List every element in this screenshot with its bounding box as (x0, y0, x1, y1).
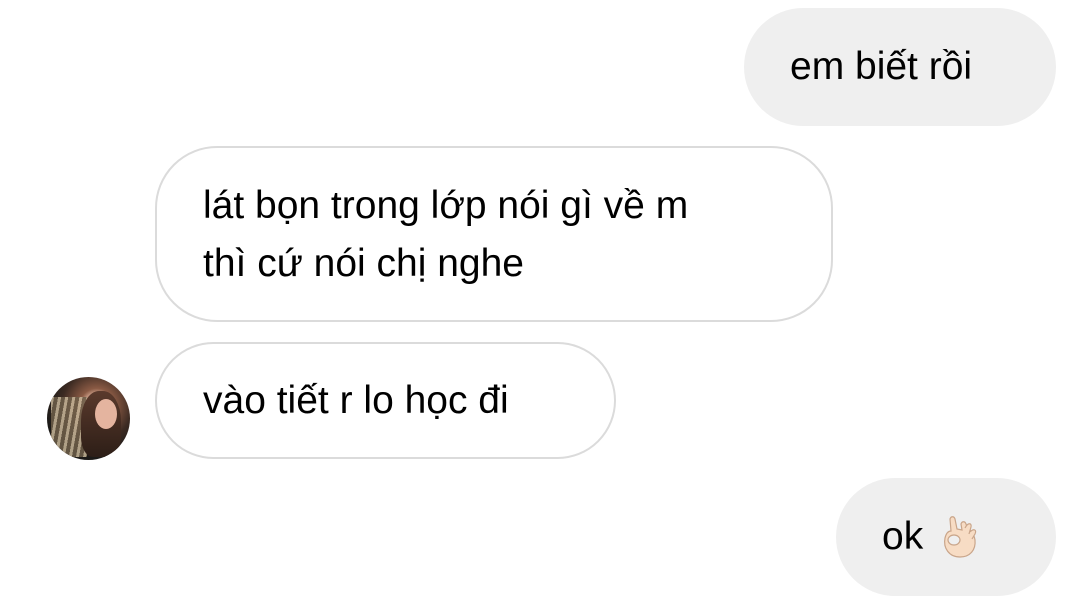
outgoing-message-bubble[interactable]: em biết rồi (744, 8, 1056, 126)
incoming-message-bubble[interactable]: lát bọn trong lớp nói gì về m thì cứ nói… (155, 146, 833, 322)
message-text-line: lát bọn trong lớp nói gì về m (203, 184, 689, 227)
incoming-message-bubble[interactable]: vào tiết r lo học đi (155, 342, 616, 459)
outgoing-message-bubble[interactable]: ok (836, 478, 1056, 596)
ok-hand-emoji-icon (944, 516, 977, 558)
message-text: ok (882, 515, 924, 558)
message-text: vào tiết r lo học đi (203, 378, 509, 422)
message-text-line: thì cứ nói chị nghe (203, 242, 524, 285)
message-text: em biết rồi (790, 45, 973, 88)
avatar-face (95, 399, 117, 429)
contact-avatar[interactable] (47, 377, 130, 460)
